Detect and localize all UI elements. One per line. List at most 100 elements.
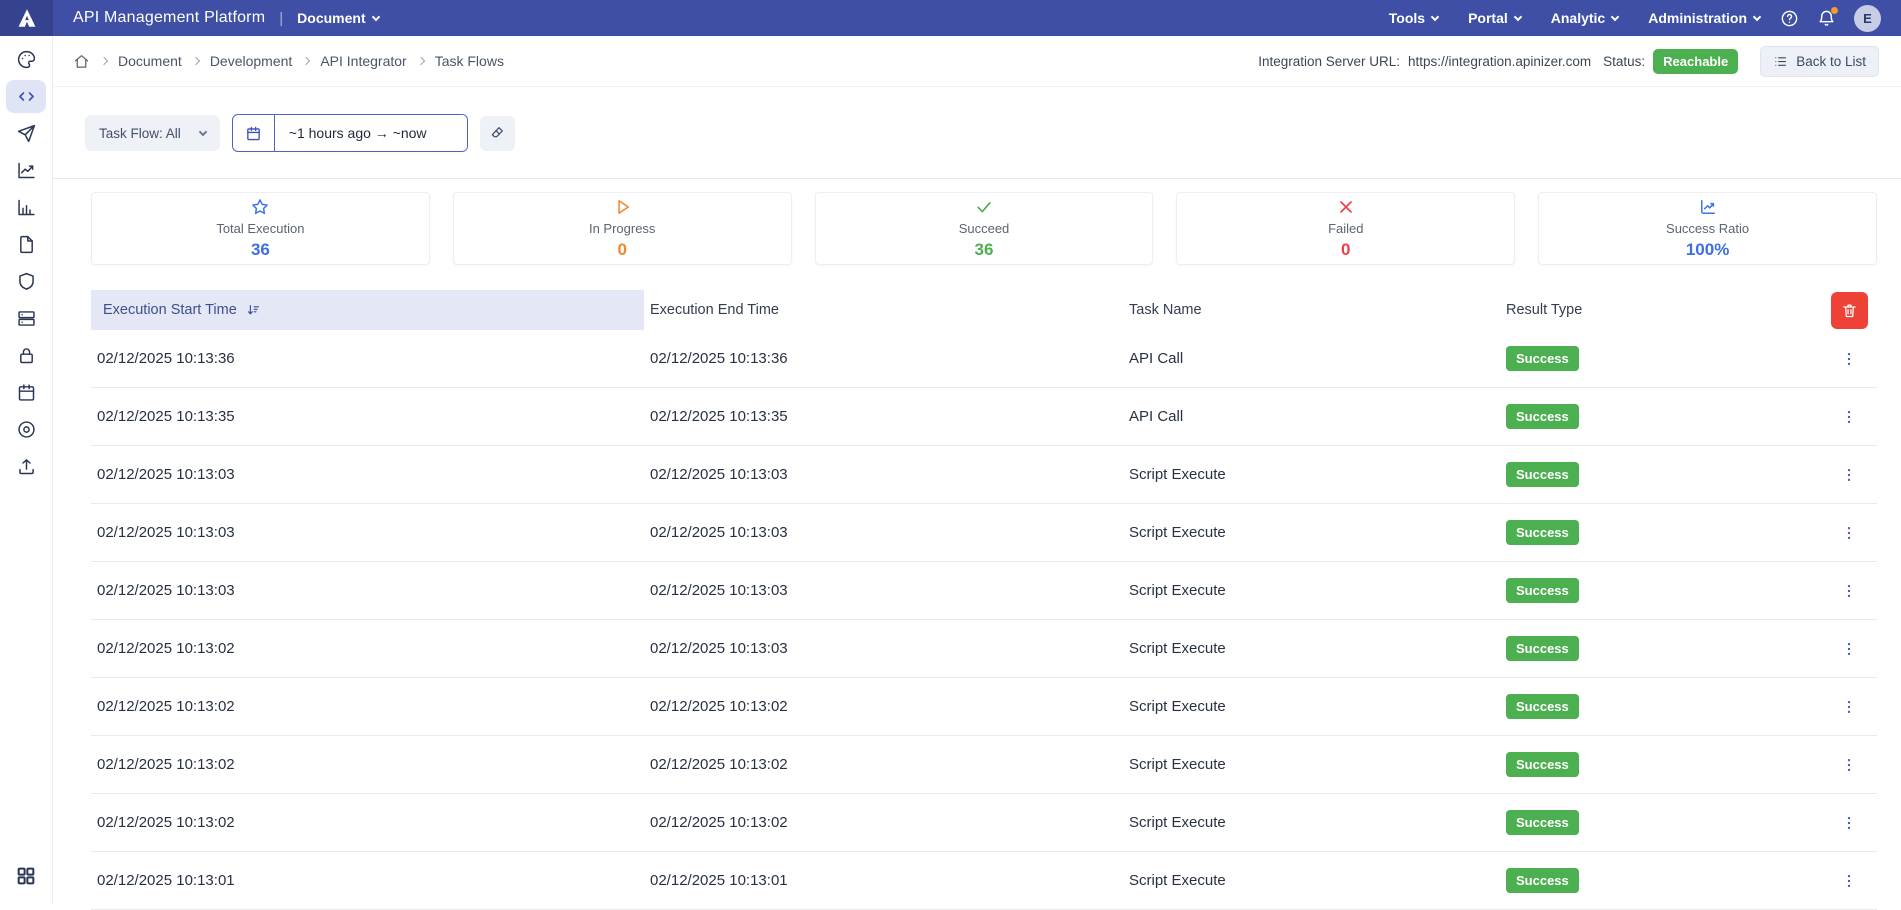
back-to-list-label: Back to List bbox=[1796, 54, 1866, 69]
stat-value: 0 bbox=[1341, 240, 1350, 260]
help-button[interactable] bbox=[1780, 9, 1799, 28]
status-label: Status: bbox=[1603, 54, 1645, 69]
task-name: Script Execute bbox=[1123, 524, 1500, 541]
column-execution-start-time[interactable]: Execution Start Time bbox=[91, 290, 644, 330]
stat-value: 36 bbox=[251, 240, 270, 260]
table-row: 02/12/2025 10:13:36 02/12/2025 10:13:36 … bbox=[91, 330, 1877, 388]
sidebar-item-export[interactable] bbox=[6, 450, 46, 483]
server-info: Integration Server URL: https://integrat… bbox=[1258, 46, 1879, 77]
vertical-dots-icon bbox=[1840, 814, 1858, 832]
row-actions-button[interactable] bbox=[1840, 814, 1858, 832]
sidebar-item-development[interactable] bbox=[6, 80, 46, 113]
send-icon bbox=[16, 123, 37, 144]
table-row: 02/12/2025 10:13:35 02/12/2025 10:13:35 … bbox=[91, 388, 1877, 446]
server-icon bbox=[16, 308, 37, 329]
result-type: Success bbox=[1500, 752, 1821, 777]
column-result-type[interactable]: Result Type bbox=[1500, 302, 1821, 318]
execution-start-time: 02/12/2025 10:13:02 bbox=[91, 698, 644, 715]
notification-dot bbox=[1831, 7, 1838, 14]
navbar-menu-item[interactable]: Analytic bbox=[1551, 10, 1618, 26]
result-type: Success bbox=[1500, 520, 1821, 545]
result-type: Success bbox=[1500, 694, 1821, 719]
chevron-right-icon bbox=[192, 57, 200, 65]
result-badge: Success bbox=[1506, 520, 1579, 545]
table-body: 02/12/2025 10:13:36 02/12/2025 10:13:36 … bbox=[91, 330, 1877, 910]
execution-end-time: 02/12/2025 10:13:35 bbox=[644, 408, 1123, 425]
task-name: Script Execute bbox=[1123, 582, 1500, 599]
navbar-menu-item[interactable]: Tools bbox=[1389, 10, 1438, 26]
execution-start-time: 02/12/2025 10:13:03 bbox=[91, 582, 644, 599]
chevron-right-icon bbox=[416, 57, 424, 65]
date-picker-button[interactable] bbox=[233, 115, 275, 151]
stat-label: Failed bbox=[1328, 221, 1363, 236]
calendar-icon bbox=[245, 125, 262, 142]
clear-filters-button[interactable] bbox=[480, 116, 515, 151]
notifications-button[interactable] bbox=[1817, 9, 1836, 28]
breadcrumb-item[interactable]: Development bbox=[210, 53, 293, 69]
sort-descending-icon bbox=[246, 303, 261, 318]
sidebar-item-observe[interactable] bbox=[6, 413, 46, 446]
chevron-down-icon bbox=[1431, 12, 1439, 20]
breadcrumb-item[interactable]: Document bbox=[118, 53, 182, 69]
row-actions-button[interactable] bbox=[1840, 640, 1858, 658]
file-icon bbox=[16, 234, 37, 255]
sidebar-apps-button[interactable] bbox=[15, 865, 37, 892]
logo-icon bbox=[16, 7, 38, 29]
home-breadcrumb[interactable] bbox=[73, 53, 90, 70]
server-url-value: https://integration.apinizer.com bbox=[1408, 54, 1591, 69]
vertical-dots-icon bbox=[1840, 872, 1858, 890]
result-type: Success bbox=[1500, 462, 1821, 487]
row-actions-button[interactable] bbox=[1840, 524, 1858, 542]
bar-chart-icon bbox=[16, 197, 37, 218]
table-row: 02/12/2025 10:13:02 02/12/2025 10:13:03 … bbox=[91, 620, 1877, 678]
date-range-input[interactable] bbox=[275, 115, 467, 151]
palette-icon bbox=[16, 49, 37, 70]
app-logo[interactable] bbox=[0, 0, 53, 36]
breadcrumb-item[interactable]: API Integrator bbox=[320, 53, 406, 69]
sidebar-item-credentials[interactable] bbox=[6, 339, 46, 372]
code-icon bbox=[16, 86, 37, 107]
table-row: 02/12/2025 10:13:01 02/12/2025 10:13:01 … bbox=[91, 852, 1877, 910]
result-badge: Success bbox=[1506, 752, 1579, 777]
vertical-dots-icon bbox=[1840, 350, 1858, 368]
task-flow-select[interactable]: Task Flow: All bbox=[85, 115, 220, 151]
stat-card: Failed 0 bbox=[1176, 192, 1515, 265]
navbar-menu-item[interactable]: Portal bbox=[1468, 10, 1521, 26]
sidebar-item-schedules[interactable] bbox=[6, 376, 46, 409]
row-actions-button[interactable] bbox=[1840, 872, 1858, 890]
column-task-name[interactable]: Task Name bbox=[1123, 302, 1500, 318]
delete-all-button[interactable] bbox=[1831, 292, 1868, 329]
left-sidebar bbox=[0, 36, 53, 904]
sidebar-item-security[interactable] bbox=[6, 265, 46, 298]
execution-start-time: 02/12/2025 10:13:35 bbox=[91, 408, 644, 425]
sidebar-item-servers[interactable] bbox=[6, 302, 46, 335]
module-switcher[interactable]: Document bbox=[297, 10, 378, 26]
server-url-label: Integration Server URL: bbox=[1258, 54, 1400, 69]
sidebar-item-analytics[interactable] bbox=[6, 154, 46, 187]
back-to-list-button[interactable]: Back to List bbox=[1760, 46, 1879, 77]
sidebar-item-documents[interactable] bbox=[6, 228, 46, 261]
row-actions-button[interactable] bbox=[1840, 582, 1858, 600]
sidebar-item-theme[interactable] bbox=[6, 43, 46, 76]
breadcrumb-item[interactable]: Task Flows bbox=[435, 53, 504, 69]
lock-icon bbox=[16, 345, 37, 366]
row-actions-button[interactable] bbox=[1840, 350, 1858, 368]
shield-icon bbox=[16, 271, 37, 292]
navbar-menu-item[interactable]: Administration bbox=[1648, 10, 1760, 26]
task-name: Script Execute bbox=[1123, 698, 1500, 715]
result-badge: Success bbox=[1506, 404, 1579, 429]
stat-card: Success Ratio 100% bbox=[1538, 192, 1877, 265]
execution-start-time: 02/12/2025 10:13:36 bbox=[91, 350, 644, 367]
stat-card: Total Execution 36 bbox=[91, 192, 430, 265]
sidebar-item-deploy[interactable] bbox=[6, 117, 46, 150]
column-execution-end-time[interactable]: Execution End Time bbox=[644, 302, 1123, 318]
table-row: 02/12/2025 10:13:03 02/12/2025 10:13:03 … bbox=[91, 562, 1877, 620]
task-name: Script Execute bbox=[1123, 814, 1500, 831]
sidebar-item-monitoring[interactable] bbox=[6, 191, 46, 224]
user-avatar[interactable]: E bbox=[1854, 5, 1881, 32]
row-actions-button[interactable] bbox=[1840, 698, 1858, 716]
row-actions-button[interactable] bbox=[1840, 408, 1858, 426]
stat-label: In Progress bbox=[589, 221, 655, 236]
row-actions-button[interactable] bbox=[1840, 466, 1858, 484]
row-actions-button[interactable] bbox=[1840, 756, 1858, 774]
